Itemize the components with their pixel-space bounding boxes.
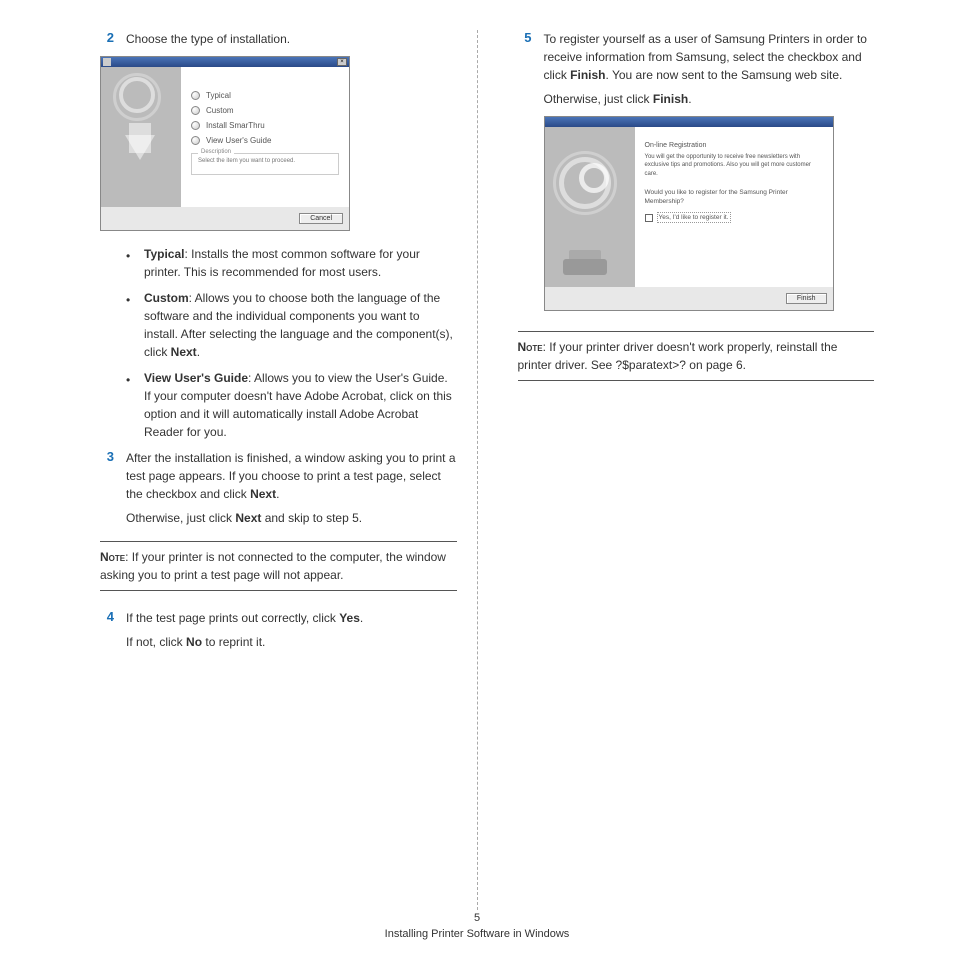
description-box: Description Select the item you want to …	[191, 153, 339, 175]
step-3-number: 3	[100, 449, 114, 527]
radio-icon	[191, 106, 200, 115]
radio-smarthru: Install SmarThru	[191, 121, 339, 130]
bullet-custom-next: Next	[171, 345, 197, 359]
step-5: 5 To register yourself as a user of Sams…	[518, 30, 875, 108]
bullet-view-guide: • View User's Guide: Allows you to view …	[126, 369, 457, 441]
registration-dialog: On-line Registration You will get the op…	[544, 116, 834, 311]
step-3: 3 After the installation is finished, a …	[100, 449, 457, 527]
registration-checkbox-row: Yes, I'd like to register it.	[645, 212, 823, 223]
finish-button: Finish	[786, 293, 827, 304]
step-3-text: After the installation is finished, a wi…	[126, 449, 457, 527]
step-2: 2 Choose the type of installation.	[100, 30, 457, 48]
note-right-label: Note	[518, 340, 543, 354]
page-footer: 5 Installing Printer Software in Windows	[0, 912, 954, 940]
radio-smarthru-label: Install SmarThru	[206, 121, 265, 130]
page-number: 5	[0, 912, 954, 924]
registration-text: You will get the opportunity to receive …	[645, 153, 823, 178]
note-label: Note	[100, 550, 125, 564]
radio-custom-label: Custom	[206, 106, 234, 115]
bullet-custom: • Custom: Allows you to choose both the …	[126, 289, 457, 361]
registration-title: On-line Registration	[645, 141, 823, 151]
radio-users-guide: View User's Guide	[191, 136, 339, 145]
dialog-titlebar: ×	[101, 57, 349, 67]
radio-custom: Custom	[191, 106, 339, 115]
close-icon: ×	[337, 58, 347, 66]
radio-icon	[191, 121, 200, 130]
bullet-view-label: View User's Guide	[144, 371, 248, 385]
step-2-text: Choose the type of installation.	[126, 30, 457, 48]
dialog2-graphic	[545, 127, 635, 287]
note-left: Note: If your printer is not connected t…	[100, 541, 457, 591]
description-text: Select the item you want to proceed.	[198, 158, 295, 164]
note-text: : If your printer is not connected to th…	[100, 550, 446, 582]
page-columns: 2 Choose the type of installation. ×	[40, 30, 914, 910]
note-right-text: : If your printer driver doesn't work pr…	[518, 340, 838, 372]
install-type-dialog: × Typical	[100, 56, 350, 231]
bullet-typical-label: Typical	[144, 247, 184, 261]
radio-users-guide-label: View User's Guide	[206, 136, 271, 145]
dialog2-titlebar	[545, 117, 833, 127]
description-legend: Description	[198, 149, 234, 155]
cancel-button: Cancel	[299, 213, 343, 224]
install-options: Typical Custom Install SmarThru Vie	[181, 67, 349, 207]
dialog2-content: On-line Registration You will get the op…	[635, 127, 833, 287]
left-column: 2 Choose the type of installation. ×	[40, 30, 477, 910]
step-4-text: If the test page prints out correctly, c…	[126, 609, 457, 651]
install-type-bullets: • Typical: Installs the most common soft…	[126, 245, 457, 441]
right-column: 5 To register yourself as a user of Sams…	[478, 30, 915, 910]
step-4: 4 If the test page prints out correctly,…	[100, 609, 457, 651]
radio-typical-label: Typical	[206, 91, 231, 100]
bullet-typical-text: : Installs the most common software for …	[144, 247, 420, 279]
radio-typical: Typical	[191, 91, 339, 100]
bullet-custom-label: Custom	[144, 291, 189, 305]
footer-title: Installing Printer Software in Windows	[0, 928, 954, 940]
step-2-number: 2	[100, 30, 114, 48]
step-4-number: 4	[100, 609, 114, 651]
step-5-number: 5	[518, 30, 532, 108]
dialog-graphic	[101, 67, 181, 207]
checkbox-label: Yes, I'd like to register it.	[657, 212, 731, 223]
window-icon	[103, 58, 111, 66]
step-5-text: To register yourself as a user of Samsun…	[544, 30, 875, 108]
bullet-typical: • Typical: Installs the most common soft…	[126, 245, 457, 281]
note-right: Note: If your printer driver doesn't wor…	[518, 331, 875, 381]
registration-question: Would you like to register for the Samsu…	[645, 188, 823, 206]
radio-icon	[191, 91, 200, 100]
radio-icon	[191, 136, 200, 145]
checkbox-icon	[645, 214, 653, 222]
